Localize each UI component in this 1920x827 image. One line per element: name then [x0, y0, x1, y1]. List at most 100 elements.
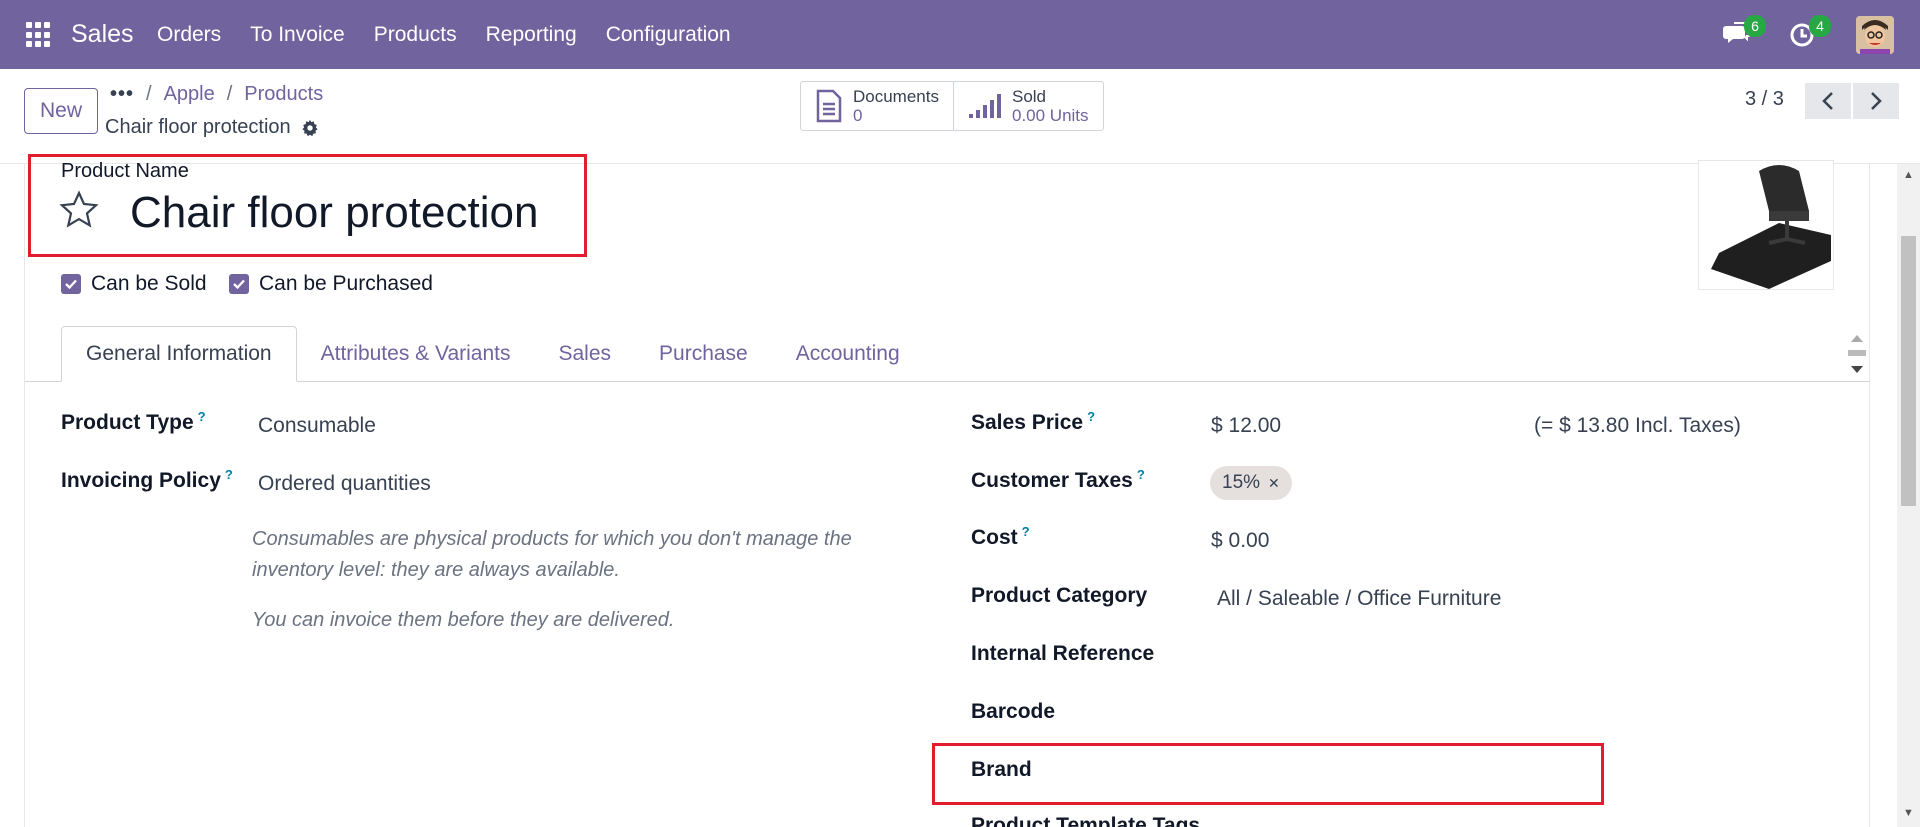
pager-previous-button[interactable] — [1805, 83, 1851, 119]
sold-value: 0.00 Units — [1011, 106, 1089, 125]
breadcrumb: ••• / Apple / Products — [110, 83, 323, 106]
product-category-label: Product Category — [971, 584, 1147, 608]
customer-taxes-label: Customer Taxes ? — [971, 467, 1145, 493]
product-category-select[interactable]: All / Saleable / Office Furniture — [1217, 587, 1501, 611]
messages-button[interactable]: 6 — [1722, 15, 1766, 50]
apps-menu-icon[interactable] — [26, 22, 52, 48]
product-name-highlight — [28, 154, 587, 257]
chevron-left-icon — [1822, 92, 1833, 110]
can-be-purchased-check[interactable] — [229, 274, 249, 294]
help-icon[interactable]: ? — [1137, 467, 1145, 482]
menu-item-reporting[interactable]: Reporting — [486, 23, 577, 47]
app-name[interactable]: Sales — [71, 20, 134, 49]
record-title: Chair floor protection — [105, 116, 319, 139]
breadcrumb-apple[interactable]: Apple — [164, 83, 215, 106]
sales-price-input[interactable]: $ 12.00 — [1211, 414, 1281, 438]
documents-smart-button[interactable]: Documents 0 — [801, 82, 953, 130]
consumable-hint: Consumables are physical products for wh… — [252, 528, 852, 581]
tab-accounting[interactable]: Accounting — [772, 326, 924, 382]
sold-label: Sold — [1011, 87, 1047, 106]
internal-reference-label: Internal Reference — [971, 642, 1154, 666]
can-be-sold-label: Can be Sold — [91, 272, 207, 295]
record-title-text: Chair floor protection — [105, 116, 291, 138]
product-type-label: Product Type ? — [61, 409, 206, 435]
menu-item-orders[interactable]: Orders — [157, 23, 221, 47]
activities-badge: 4 — [1809, 15, 1831, 37]
gear-icon[interactable] — [301, 119, 319, 137]
product-template-tags-label: Product Template Tags — [971, 814, 1200, 827]
invoicing-policy-label: Invoicing Policy ? — [61, 467, 233, 493]
control-panel: New ••• / Apple / Products Chair floor p… — [0, 69, 1920, 164]
invoicing-policy-select[interactable]: Ordered quantities — [258, 472, 431, 496]
product-category-label-text: Product Category — [971, 584, 1148, 607]
customer-taxes-label-text: Customer Taxes — [971, 469, 1133, 492]
sold-smart-text: Sold 0.00 Units — [1012, 87, 1089, 125]
documents-label: Documents — [853, 87, 939, 106]
top-navbar: Sales Orders To Invoice Products Reporti… — [0, 0, 1920, 69]
breadcrumb-products[interactable]: Products — [244, 83, 323, 106]
cost-label-text: Cost — [971, 526, 1018, 549]
tabs-scroll-icon[interactable] — [1846, 328, 1868, 380]
scroll-down-arrow-icon[interactable]: ▼ — [1901, 807, 1916, 821]
help-icon[interactable]: ? — [1022, 524, 1030, 539]
breadcrumb-separator: / — [226, 83, 233, 105]
internal-reference-label-text: Internal Reference — [971, 642, 1155, 665]
can-be-purchased-checkbox[interactable]: Can be Purchased — [229, 272, 433, 296]
chair-mat-image-icon — [1699, 161, 1833, 289]
can-be-purchased-label: Can be Purchased — [259, 272, 433, 295]
documents-smart-text: Documents 0 — [853, 87, 939, 125]
document-icon — [816, 89, 842, 123]
can-be-sold-checkbox[interactable]: Can be Sold — [61, 272, 207, 296]
sales-price-label: Sales Price ? — [971, 409, 1095, 435]
user-avatar[interactable] — [1856, 16, 1894, 54]
remove-tag-icon[interactable]: ✕ — [1268, 475, 1280, 492]
activities-button[interactable]: 4 — [1787, 15, 1831, 50]
invoicing-policy-label-text: Invoicing Policy — [61, 469, 221, 492]
new-button[interactable]: New — [24, 88, 98, 134]
chevron-right-icon — [1871, 92, 1882, 110]
cost-label: Cost ? — [971, 524, 1030, 550]
barcode-label: Barcode — [971, 700, 1055, 724]
cost-input[interactable]: $ 0.00 — [1211, 529, 1269, 553]
sales-price-label-text: Sales Price — [971, 411, 1084, 434]
pager-buttons — [1805, 83, 1899, 119]
barcode-label-text: Barcode — [971, 700, 1056, 723]
smart-buttons: Documents 0 Sold 0.00 Units — [800, 81, 1104, 131]
tax-tag[interactable]: 15% ✕ — [1210, 466, 1292, 500]
breadcrumb-separator: / — [146, 83, 152, 105]
sold-smart-button[interactable]: Sold 0.00 Units — [952, 82, 1103, 130]
brand-highlight — [932, 743, 1604, 805]
signal-bars-icon — [968, 94, 1001, 118]
menu-item-to-invoice[interactable]: To Invoice — [250, 23, 345, 47]
menu-item-configuration[interactable]: Configuration — [606, 23, 731, 47]
breadcrumb-ellipsis[interactable]: ••• — [110, 83, 134, 106]
pager-next-button[interactable] — [1853, 83, 1899, 119]
tax-tag-label: 15% — [1222, 472, 1261, 493]
documents-count: 0 — [853, 106, 863, 125]
messages-badge: 6 — [1744, 15, 1766, 37]
help-icon[interactable]: ? — [1087, 409, 1095, 424]
tab-attributes-variants[interactable]: Attributes & Variants — [297, 326, 535, 382]
tab-purchase[interactable]: Purchase — [635, 326, 772, 382]
user-avatar-icon — [1856, 16, 1894, 54]
page-scrollbar[interactable]: ▲ ▼ — [1897, 164, 1920, 827]
main-menu: Orders To Invoice Products Reporting Con… — [157, 23, 760, 47]
product-image[interactable] — [1698, 160, 1834, 290]
product-type-label-text: Product Type — [61, 411, 194, 434]
tab-general-information[interactable]: General Information — [61, 326, 297, 382]
tab-sales[interactable]: Sales — [534, 326, 635, 382]
product-template-tags-label-text: Product Template Tags — [971, 814, 1201, 827]
notebook-tabs: General Information Attributes & Variant… — [61, 326, 924, 382]
scrollbar-thumb[interactable] — [1901, 236, 1916, 506]
menu-item-products[interactable]: Products — [374, 23, 457, 47]
checkmark-icon — [233, 279, 245, 290]
help-icon[interactable]: ? — [198, 409, 206, 424]
help-icon[interactable]: ? — [225, 467, 233, 482]
product-type-select[interactable]: Consumable — [258, 414, 376, 438]
scroll-up-arrow-icon[interactable]: ▲ — [1901, 169, 1916, 183]
invoice-hint: You can invoice them before they are del… — [252, 609, 675, 631]
pager-value[interactable]: 3 / 3 — [1745, 88, 1784, 111]
incl-taxes-text: (= $ 13.80 Incl. Taxes) — [1534, 414, 1741, 437]
can-be-sold-check[interactable] — [61, 274, 81, 294]
checkmark-icon — [65, 279, 77, 290]
